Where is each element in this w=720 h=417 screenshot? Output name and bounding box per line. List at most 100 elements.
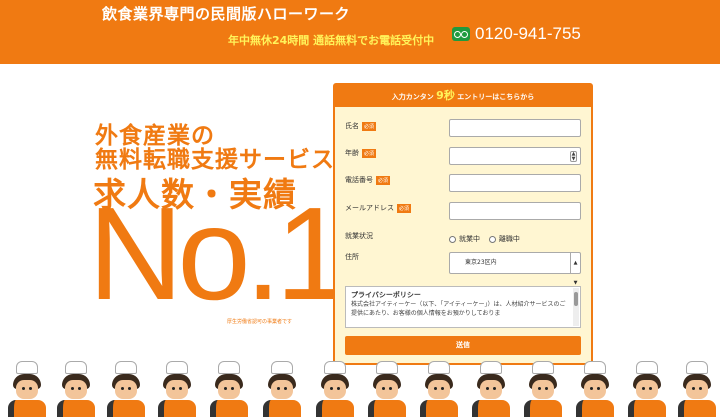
- staff-person: [678, 361, 716, 417]
- employment-status-options: 就業中 離職中: [449, 234, 520, 244]
- form-header: 入力カンタン 9秒 エントリーはこちらから: [335, 85, 591, 107]
- apron-body: [263, 400, 301, 417]
- face-shape: [584, 380, 606, 399]
- apron-body: [107, 400, 145, 417]
- staff-illustration: [0, 356, 720, 417]
- face-shape: [65, 380, 87, 399]
- staff-person: [524, 361, 562, 417]
- apron-body: [420, 400, 458, 417]
- phone-hours-text: 年中無休24時間 通話無料でお電話受付中: [228, 34, 435, 47]
- apron-body: [158, 400, 196, 417]
- radio-unemployed-label: 離職中: [498, 235, 520, 243]
- staff-person: [210, 361, 248, 417]
- privacy-policy-text: 株式会社アイティーケー（以下、「アイティーケー」）は、人材紹介サービスのご提供に…: [351, 301, 566, 317]
- select-arrow-icon[interactable]: ▲ ▼: [570, 253, 580, 286]
- site-title: 飲食業界専門の民間版ハローワーク: [102, 5, 351, 23]
- required-badge: 必須: [362, 149, 377, 158]
- phone-label: 電話番号 必須: [345, 175, 391, 185]
- age-label: 年齢 必須: [345, 148, 377, 158]
- name-label-text: 氏名: [345, 122, 359, 130]
- free-dial-icon: [452, 27, 470, 41]
- apron-body: [8, 400, 46, 417]
- staff-person: [316, 361, 354, 417]
- form-header-before: 入力カンタン: [391, 93, 434, 101]
- policy-scrollbar[interactable]: [573, 288, 579, 326]
- name-field[interactable]: [449, 119, 581, 137]
- staff-person: [420, 361, 458, 417]
- site-header: 飲食業界専門の民間版ハローワーク 年中無休24時間 通話無料でお電話受付中 01…: [0, 0, 720, 64]
- age-label-text: 年齢: [345, 149, 359, 157]
- chef-hat-icon: [16, 361, 38, 374]
- face-shape: [16, 380, 38, 399]
- chef-hat-icon: [480, 361, 502, 374]
- staff-person: [158, 361, 196, 417]
- age-field[interactable]: ▲ ▼: [449, 147, 581, 165]
- radio-unemployed[interactable]: [488, 235, 496, 243]
- number-spinner-icon[interactable]: ▲ ▼: [570, 151, 577, 162]
- required-badge: 必須: [397, 204, 412, 213]
- entry-form: 入力カンタン 9秒 エントリーはこちらから 氏名 必須 年齢 必須 ▲ ▼ 電話番号必…: [333, 83, 593, 365]
- face-shape: [324, 380, 346, 399]
- staff-person: [8, 361, 46, 417]
- face-shape: [636, 380, 658, 399]
- email-field[interactable]: [449, 202, 581, 220]
- chef-hat-icon: [271, 361, 293, 374]
- chef-hat-icon: [65, 361, 87, 374]
- privacy-policy-box[interactable]: プライバシーポリシー 株式会社アイティーケー（以下、「アイティーケー」）は、人材…: [345, 286, 581, 328]
- phone-number[interactable]: 0120-941-755: [475, 24, 581, 44]
- radio-employed-label: 就業中: [459, 235, 480, 243]
- email-label-text: メールアドレス: [345, 204, 394, 212]
- apron-body: [524, 400, 562, 417]
- chef-hat-icon: [115, 361, 137, 374]
- apron-body: [57, 400, 95, 417]
- address-label: 住所: [345, 253, 359, 261]
- face-shape: [218, 380, 240, 399]
- required-badge: 必須: [376, 176, 391, 185]
- staff-person: [107, 361, 145, 417]
- chef-hat-icon: [166, 361, 188, 374]
- face-shape: [115, 380, 137, 399]
- apron-body: [628, 400, 666, 417]
- chef-hat-icon: [636, 361, 658, 374]
- apron-body: [576, 400, 614, 417]
- apron-body: [678, 400, 716, 417]
- form-header-after: エントリーはこちらから: [457, 93, 535, 101]
- chef-hat-icon: [324, 361, 346, 374]
- submit-button[interactable]: 送信: [345, 336, 581, 355]
- face-shape: [166, 380, 188, 399]
- face-shape: [271, 380, 293, 399]
- address-select[interactable]: 東京23区内 ▲ ▼: [449, 252, 581, 286]
- staff-person: [628, 361, 666, 417]
- privacy-policy-title: プライバシーポリシー: [351, 291, 421, 299]
- staff-person: [368, 361, 406, 417]
- staff-person: [472, 361, 510, 417]
- face-shape: [686, 380, 708, 399]
- apron-body: [472, 400, 510, 417]
- apron-body: [316, 400, 354, 417]
- license-note: 厚生労働省認可の事業者です: [227, 319, 293, 325]
- chef-hat-icon: [584, 361, 606, 374]
- form-header-highlight: 9秒: [436, 89, 455, 102]
- apron-body: [210, 400, 248, 417]
- staff-person: [263, 361, 301, 417]
- chef-hat-icon: [376, 361, 398, 374]
- chef-hat-icon: [686, 361, 708, 374]
- scroll-thumb[interactable]: [574, 292, 578, 306]
- phone-label-text: 電話番号: [345, 176, 373, 184]
- address-value: 東京23区内: [465, 259, 497, 266]
- chef-hat-icon: [428, 361, 450, 374]
- hero-rank: No.1: [88, 180, 349, 327]
- face-shape: [428, 380, 450, 399]
- apron-body: [368, 400, 406, 417]
- email-label: メールアドレス 必須: [345, 203, 412, 213]
- required-badge: 必須: [362, 122, 377, 131]
- chef-hat-icon: [532, 361, 554, 374]
- phone-field[interactable]: [449, 174, 581, 192]
- staff-person: [57, 361, 95, 417]
- face-shape: [532, 380, 554, 399]
- name-label: 氏名 必須: [345, 121, 377, 131]
- staff-person: [576, 361, 614, 417]
- radio-employed[interactable]: [449, 235, 456, 243]
- chef-hat-icon: [218, 361, 240, 374]
- face-shape: [376, 380, 398, 399]
